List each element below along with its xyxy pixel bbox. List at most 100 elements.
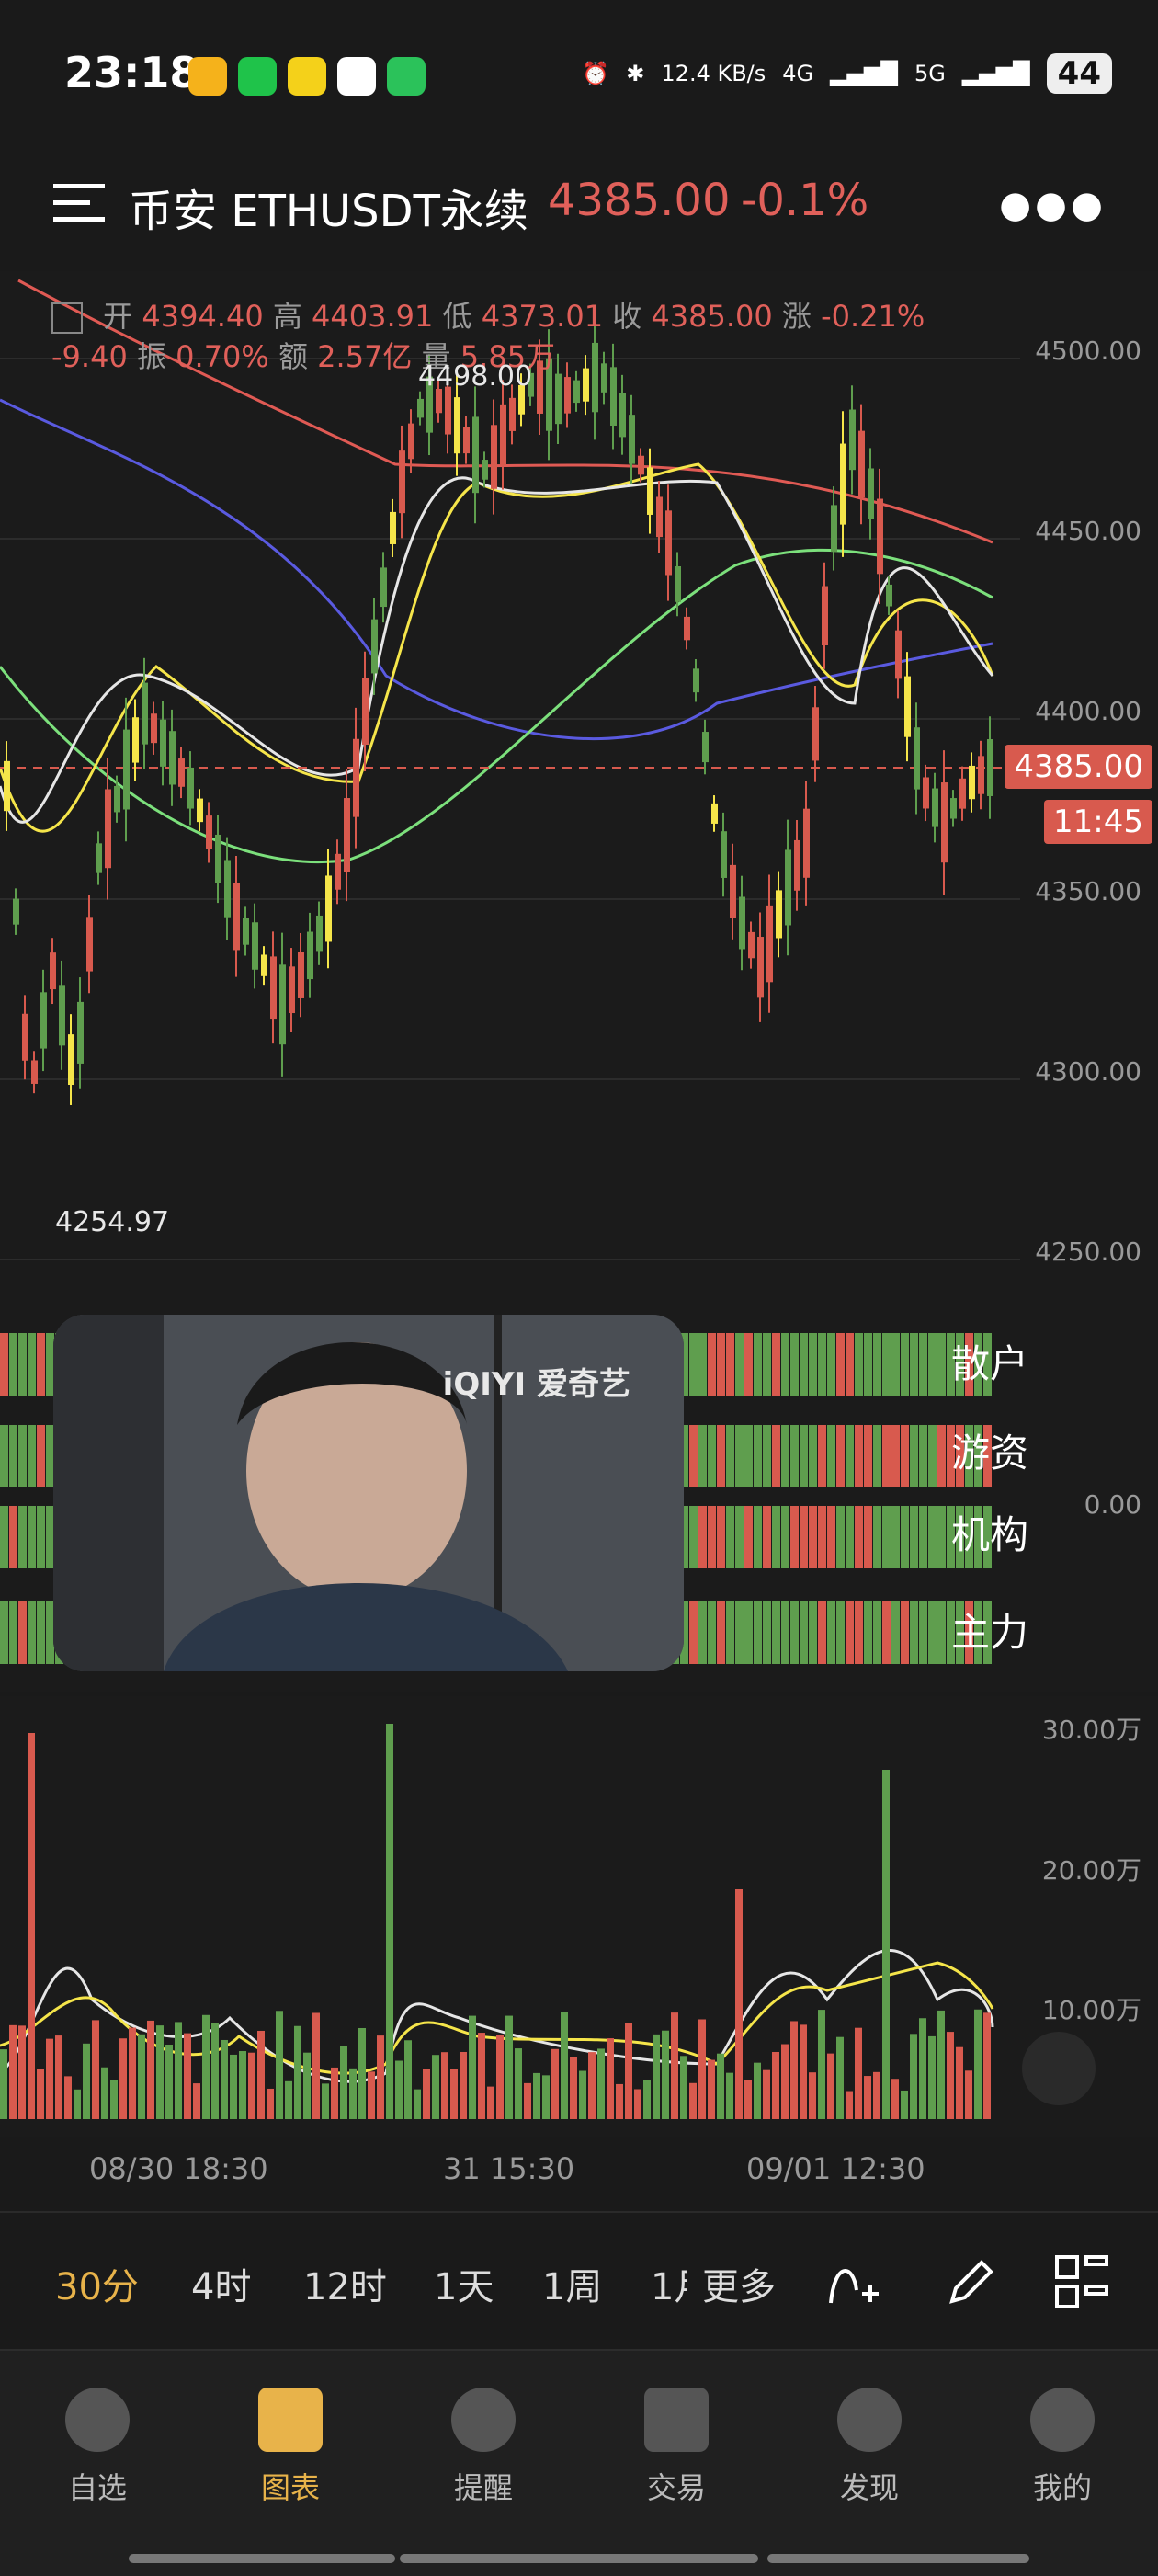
discover-icon [837, 2388, 902, 2452]
flow-zero-label: 0.00 [1084, 1489, 1141, 1520]
volume-bar [478, 2033, 485, 2119]
price-axis-label: 4250.00 [1035, 1237, 1141, 1267]
candle-body [868, 468, 874, 519]
volume-bar [726, 2072, 733, 2119]
period-more[interactable]: 更多 [702, 2257, 776, 2310]
volume-bar [689, 2082, 697, 2119]
flow-bar [809, 1601, 817, 1664]
volume-bar [763, 2069, 770, 2119]
symbol-title[interactable]: 币安 ETHUSDT永续 [129, 175, 528, 239]
volume-bar [294, 2025, 301, 2119]
notification-icons [188, 57, 426, 96]
flow-bar [873, 1425, 881, 1487]
home-indicator [400, 2554, 758, 2563]
candle-body [987, 739, 993, 796]
volume-bar [698, 2019, 706, 2119]
volume-bar [772, 2051, 779, 2119]
max-price-label: 4498.00 [418, 360, 533, 393]
volume-bar [0, 2049, 7, 2119]
flow-bar [864, 1333, 872, 1396]
period-1m[interactable]: 1月 [651, 2257, 687, 2310]
flow-bar [708, 1506, 716, 1568]
tab-trade[interactable]: 交易 [612, 2388, 741, 2507]
period-12h[interactable]: 12时 [303, 2257, 387, 2310]
flow-bar [726, 1506, 734, 1568]
volume-bar [404, 2040, 412, 2119]
flow-bar [855, 1601, 863, 1664]
candle-body [187, 767, 194, 809]
tab-discover[interactable]: 发现 [805, 2388, 934, 2507]
tab-label: 我的 [1032, 2470, 1092, 2505]
price-axis-label: 4300.00 [1035, 1056, 1141, 1087]
flow-bar [9, 1425, 17, 1487]
tab-watchlist[interactable]: 自选 [33, 2388, 162, 2507]
amt-label: 额 [278, 339, 308, 374]
flow-bar [735, 1601, 744, 1664]
volume-bar [46, 2038, 53, 2119]
volume-bar [671, 2012, 678, 2119]
volume-bar [138, 2034, 145, 2119]
candle-body [197, 798, 203, 823]
candle-body [491, 425, 497, 489]
status-bar: 23:18 ⏰ ✱ 12.4 KB/s 4G ▂▄▆█ 5G ▂▄▆█ 44 [0, 0, 1158, 156]
flow-bar [937, 1506, 946, 1568]
candle-body [840, 443, 846, 525]
volume-bar [257, 2030, 265, 2119]
flow-bar [735, 1506, 744, 1568]
candle-body [647, 467, 653, 515]
tab-profile[interactable]: 我的 [998, 2388, 1127, 2507]
flow-bar [689, 1506, 698, 1568]
flow-bar [781, 1425, 789, 1487]
price-axis-label: 4450.00 [1035, 516, 1141, 546]
period-30m[interactable]: 30分 [55, 2257, 139, 2310]
volume-bar [781, 2044, 789, 2119]
flow-bar [910, 1425, 918, 1487]
home-indicator [767, 2554, 1029, 2563]
volume-bar [579, 2070, 586, 2119]
fullscreen-toggle-button[interactable] [1022, 2032, 1096, 2105]
volume-axis-label: 10.00万 [1041, 1995, 1141, 2025]
candle-body [702, 732, 709, 763]
period-1d[interactable]: 1天 [434, 2257, 494, 2310]
flow-bar [919, 1506, 927, 1568]
flow-bar [763, 1425, 771, 1487]
volume-bar [432, 2055, 439, 2119]
countdown-tag: 11:45 [1044, 800, 1152, 844]
drawing-pencil-icon[interactable] [943, 2253, 998, 2308]
candle-body [279, 964, 286, 1045]
profile-icon [1030, 2388, 1095, 2452]
period-1w[interactable]: 1周 [542, 2257, 602, 2310]
candle-body [803, 808, 810, 878]
volume-bar [358, 2027, 366, 2119]
period-4h[interactable]: 4时 [191, 2257, 251, 2310]
flow-bar [9, 1601, 17, 1664]
volume-bar [331, 2067, 338, 2119]
flow-bar [882, 1506, 891, 1568]
time-axis-label: 08/30 18:30 [89, 2151, 268, 2186]
header-change: -0.1% [741, 175, 869, 226]
volume-axis-label: 30.00万 [1041, 1715, 1141, 1745]
current-price-tag: 4385.00 [1005, 745, 1152, 789]
layout-grid-icon[interactable] [1053, 2253, 1110, 2310]
volume-bar [607, 2038, 614, 2119]
volume-bar [910, 2034, 917, 2119]
open-value: 4394.40 [142, 299, 264, 334]
chg-abs-value: -9.40 [51, 339, 128, 374]
volume-bar [561, 2012, 568, 2119]
candle-body [757, 937, 764, 998]
volume-bar [515, 2048, 522, 2119]
expand-icon[interactable] [51, 302, 83, 334]
tab-chart[interactable]: 图表 [226, 2388, 355, 2507]
more-options-icon[interactable]: ●●● [999, 184, 1107, 226]
price-axis-label: 4400.00 [1035, 696, 1141, 726]
menu-icon[interactable] [53, 180, 105, 226]
flow-bar [28, 1601, 36, 1664]
tab-alert[interactable]: 提醒 [419, 2388, 548, 2507]
volume-bar [184, 2033, 191, 2119]
status-time: 23:18 [64, 48, 199, 97]
candle-body [261, 954, 267, 976]
indicator-add-icon[interactable] [825, 2253, 880, 2308]
candlestick-chart[interactable] [0, 271, 1158, 1305]
floating-video-player[interactable]: iQIYI 爱奇艺 [53, 1315, 684, 1671]
volume-bar [239, 2051, 246, 2119]
